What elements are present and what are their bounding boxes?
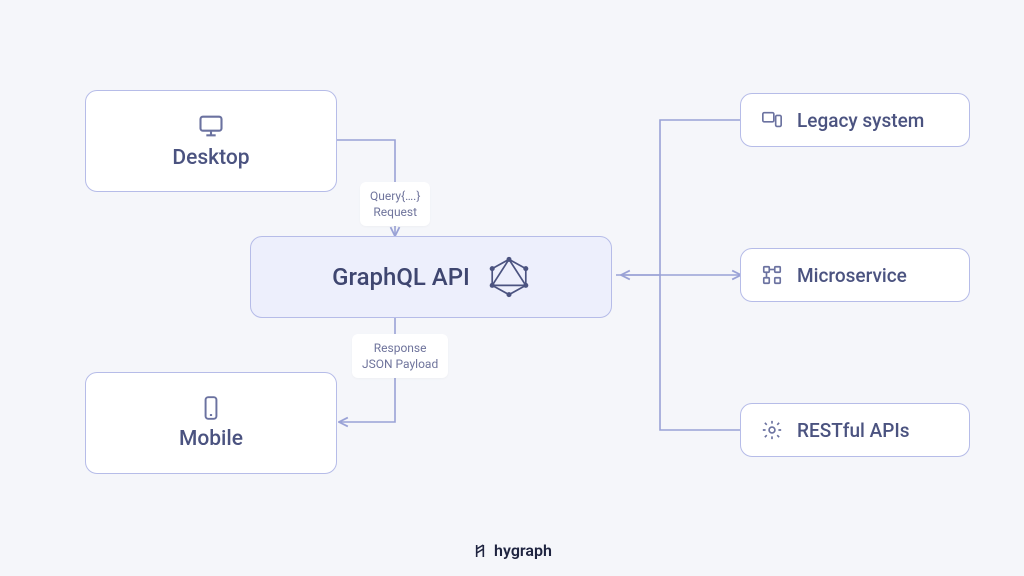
node-legacy: Legacy system — [740, 93, 970, 147]
node-desktop-label: Desktop — [172, 146, 249, 170]
brand-footer: hygraph — [0, 541, 1024, 560]
node-mobile: Mobile — [85, 372, 337, 474]
node-mobile-label: Mobile — [179, 427, 243, 451]
node-microservice-label: Microservice — [797, 264, 907, 287]
tag-request: Query{….} Request — [360, 182, 430, 226]
tag-response: Response JSON Payload — [352, 334, 448, 378]
node-center-label: GraphQL API — [332, 263, 470, 291]
mobile-icon — [198, 395, 224, 421]
tag-response-line1: Response — [362, 340, 438, 356]
node-desktop: Desktop — [85, 90, 337, 192]
graphql-icon — [488, 256, 530, 298]
brand-label: hygraph — [494, 541, 552, 560]
diagram-stage: Desktop Mobile GraphQL API Legacy system — [0, 0, 1024, 576]
node-restful-label: RESTful APIs — [797, 419, 910, 442]
node-restful: RESTful APIs — [740, 403, 970, 457]
gear-icon — [761, 419, 783, 441]
desktop-icon — [197, 112, 225, 140]
tag-request-line2: Request — [370, 204, 420, 220]
microservice-icon — [761, 264, 783, 286]
tag-response-line2: JSON Payload — [362, 356, 438, 372]
hygraph-logo-icon — [472, 543, 488, 559]
node-center: GraphQL API — [250, 236, 612, 318]
node-legacy-label: Legacy system — [797, 109, 924, 132]
devices-icon — [761, 109, 783, 131]
tag-request-line1: Query{….} — [370, 188, 420, 204]
node-microservice: Microservice — [740, 248, 970, 302]
